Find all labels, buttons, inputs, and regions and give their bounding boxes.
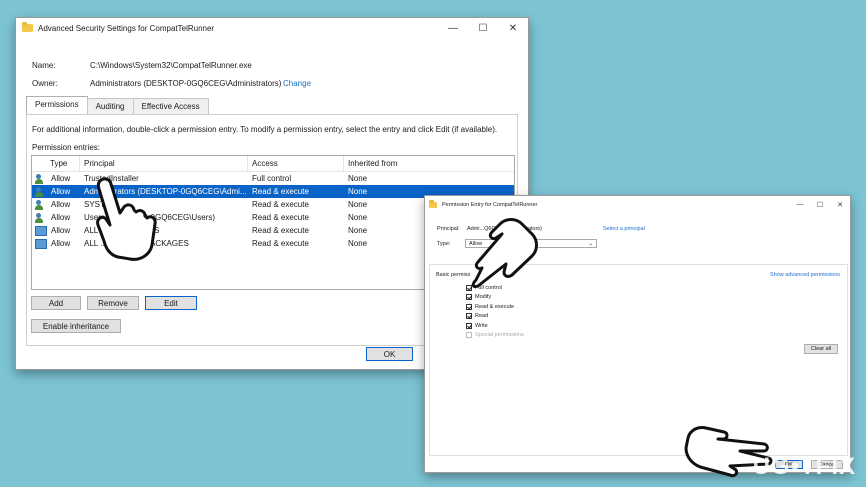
col-access[interactable]: Access (248, 156, 344, 171)
cell-inherited: None (348, 174, 368, 183)
package-icon (35, 225, 47, 236)
watermark-logo: UG•TFIX (752, 453, 856, 480)
permission-checkbox[interactable]: Modify (466, 293, 524, 303)
checkbox-icon[interactable] (466, 294, 472, 301)
col-type[interactable]: Type (32, 156, 80, 171)
cell-type: Allow (51, 213, 71, 222)
clear-all-button[interactable]: Clear all (804, 344, 838, 354)
cell-type: Allow (51, 200, 71, 209)
name-value: C:\Windows\System32\CompatTelRunner.exe (90, 61, 252, 70)
folder-icon (22, 22, 33, 32)
enable-inheritance-button[interactable]: Enable inheritance (31, 319, 121, 333)
checkbox-icon[interactable] (466, 303, 472, 310)
cell-access: Read & execute (252, 239, 309, 248)
title-bar[interactable]: Advanced Security Settings for CompatTel… (16, 18, 528, 38)
close-icon[interactable]: ✕ (830, 196, 850, 213)
edit-button[interactable]: Edit (145, 296, 197, 310)
permission-label: Write (475, 322, 488, 329)
entries-label: Permission entries: (32, 143, 101, 152)
checkbox-icon[interactable] (466, 332, 472, 339)
add-button[interactable]: Add (31, 296, 81, 310)
permission-label: Modify (475, 294, 492, 301)
minimize-icon[interactable]: — (790, 196, 810, 213)
tab-auditing[interactable]: Auditing (86, 98, 134, 115)
permission-label: Read (475, 313, 489, 320)
remove-button[interactable]: Remove (87, 296, 139, 310)
cell-type: Allow (51, 226, 71, 235)
maximize-icon[interactable]: ☐ (468, 18, 498, 38)
change-owner-link[interactable]: Change (283, 79, 311, 88)
principal-label: Principal: (437, 226, 460, 232)
entry-window-title: Permission Entry for CompatTelRunner (442, 201, 538, 208)
user-icon (35, 212, 47, 223)
basic-permissions-label: Basic permiss (436, 272, 471, 278)
checkbox-icon[interactable] (466, 313, 472, 320)
col-inherited-from[interactable]: Inherited from (344, 156, 512, 171)
show-advanced-permissions-link[interactable]: Show advanced permissions (770, 272, 840, 278)
cell-access: Read & execute (252, 187, 309, 196)
permission-label: Special permissions (475, 332, 524, 339)
info-text: For additional information, double-click… (32, 125, 498, 134)
permission-checkbox[interactable]: Write (466, 321, 524, 331)
user-icon (35, 199, 47, 210)
select-principal-link[interactable]: Select a principal (603, 226, 645, 232)
user-icon (35, 173, 47, 184)
cell-type: Allow (51, 187, 71, 196)
cell-access: Read & execute (252, 200, 309, 209)
col-principal[interactable]: Principal (80, 156, 248, 171)
pointing-hand-icon (471, 218, 538, 288)
ok-button[interactable]: OK (366, 347, 413, 361)
close-icon[interactable]: ✕ (498, 18, 528, 38)
package-icon (35, 238, 47, 249)
permission-checkbox[interactable]: Read (466, 312, 524, 322)
tab-effective-access[interactable]: Effective Access (132, 98, 209, 115)
tab-permissions[interactable]: Permissions (26, 96, 88, 115)
permission-checkbox[interactable]: Read & execute (466, 302, 524, 312)
owner-value: Administrators (DESKTOP-0GQ6CEG\Administ… (90, 79, 282, 88)
cell-access: Full control (252, 174, 292, 183)
window-title: Advanced Security Settings for CompatTel… (38, 23, 215, 33)
pointing-hand-icon (96, 177, 157, 261)
folder-icon (429, 199, 437, 208)
maximize-icon[interactable]: ☐ (810, 196, 830, 213)
name-label: Name: (32, 61, 56, 70)
chevron-down-icon: ⌄ (588, 241, 593, 247)
permission-checkbox[interactable]: Special permissions (466, 331, 524, 341)
owner-label: Owner: (32, 79, 58, 88)
cell-type: Allow (51, 239, 71, 248)
permissions-checklist: Full control Modify Read & execute Read Writ… (466, 283, 524, 340)
cell-access: Read & execute (252, 213, 309, 222)
cell-type: Allow (51, 174, 71, 183)
list-header: Type Principal Access Inherited from (32, 156, 514, 172)
cell-access: Read & execute (252, 226, 309, 235)
checkbox-icon[interactable] (466, 322, 472, 329)
user-icon (35, 186, 47, 197)
minimize-icon[interactable]: — (438, 18, 468, 38)
type-label: Type: (437, 241, 451, 247)
permission-label: Read & execute (475, 303, 515, 310)
